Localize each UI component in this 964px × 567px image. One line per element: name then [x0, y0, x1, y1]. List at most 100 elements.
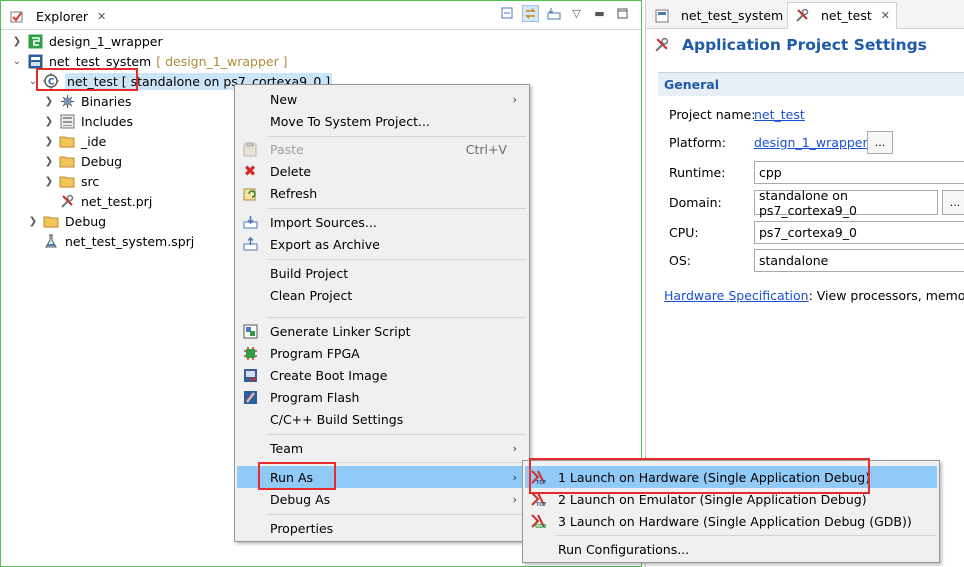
- chevron-right-icon: ›: [512, 92, 517, 106]
- chevron-right-icon[interactable]: ❯: [43, 136, 55, 147]
- tab-net-test[interactable]: net_test ✕: [787, 2, 897, 29]
- view-menu-icon[interactable]: ▽: [568, 5, 585, 22]
- menu-item-run-configurations[interactable]: Run Configurations...: [525, 538, 937, 560]
- menu-item-move-to-system-project[interactable]: Move To System Project...: [237, 110, 527, 132]
- menu-item-import-sources[interactable]: Import Sources...: [237, 211, 527, 233]
- menu-item-debug-as[interactable]: Debug As ›: [237, 488, 527, 510]
- menu-item-label: New: [270, 91, 298, 107]
- page-title-text: Application Project Settings: [682, 36, 927, 54]
- tree-item-sprj-file[interactable]: net_test_system.sprj: [43, 231, 194, 251]
- menu-item-paste[interactable]: Paste Ctrl+V: [237, 138, 527, 160]
- menu-item-label: Refresh: [270, 185, 318, 201]
- menu-separator: [267, 434, 526, 435]
- menu-item-label: Delete: [270, 163, 312, 179]
- menu-item-refresh[interactable]: Refresh: [237, 182, 527, 204]
- tab-label: net_test_system: [681, 8, 784, 23]
- tree-item-debug-folder[interactable]: ❯ Debug: [43, 151, 122, 171]
- linker-script-icon: [242, 323, 258, 339]
- cpu-label: CPU:: [669, 225, 699, 240]
- page-title: Application Project Settings: [654, 36, 927, 54]
- close-icon[interactable]: ✕: [97, 10, 106, 23]
- explorer-tab-label: Explorer: [36, 9, 89, 24]
- menu-item-label: Build Project: [270, 265, 349, 281]
- menu-item-export-archive[interactable]: Export as Archive: [237, 233, 527, 255]
- domain-browse-button[interactable]: ...: [942, 190, 964, 215]
- tree-item-label: net_test.prj: [81, 193, 153, 209]
- close-icon[interactable]: ✕: [881, 9, 890, 22]
- menu-item-properties[interactable]: Properties: [237, 517, 527, 539]
- tree-item-ide-folder[interactable]: ❯ _ide: [43, 131, 107, 151]
- tab-label: net_test: [821, 8, 872, 23]
- tree-item-label: Debug: [65, 213, 107, 229]
- tree-item-label: Binaries: [81, 93, 132, 109]
- menu-item-launch-hardware-gdb[interactable]: GDB 3 Launch on Hardware (Single Applica…: [525, 510, 937, 532]
- cpu-field[interactable]: ps7_cortexa9_0: [754, 221, 964, 244]
- menu-separator: [267, 208, 526, 209]
- tree-item-label: net_test_system.sprj: [65, 233, 195, 249]
- platform-browse-button[interactable]: ...: [867, 131, 893, 154]
- platform-link[interactable]: design_1_wrapper: [754, 135, 868, 150]
- binaries-icon: [59, 93, 75, 109]
- menu-item-team[interactable]: Team ›: [237, 437, 527, 459]
- menu-item-generate-linker-script[interactable]: Generate Linker Script: [237, 320, 527, 342]
- maximize-icon[interactable]: [614, 5, 631, 22]
- domain-field[interactable]: standalone on ps7_cortexa9_0: [754, 188, 938, 218]
- os-label: OS:: [669, 253, 691, 268]
- menu-item-clean-project[interactable]: Clean Project: [237, 284, 527, 306]
- os-field[interactable]: standalone: [754, 249, 964, 272]
- chevron-down-icon[interactable]: ⌄: [11, 56, 23, 67]
- menu-item-label: Clean Project: [270, 287, 353, 303]
- tree-item-net-test-prj[interactable]: net_test.prj: [59, 191, 152, 211]
- chevron-right-icon[interactable]: ❯: [43, 156, 55, 167]
- hardware-spec-link[interactable]: Hardware Specification: [664, 288, 809, 303]
- project-name-link[interactable]: net_test: [754, 107, 805, 122]
- menu-item-create-boot-image[interactable]: Create Boot Image: [237, 364, 527, 386]
- menu-item-label: Team: [270, 440, 304, 456]
- menu-item-build-project[interactable]: Build Project: [237, 262, 527, 284]
- hardware-spec-text: : View processors, memory r: [808, 288, 964, 303]
- chevron-right-icon[interactable]: ❯: [43, 116, 55, 127]
- view-toolbar: ▽ ▬: [499, 5, 631, 22]
- menu-item-program-fpga[interactable]: Program FPGA: [237, 342, 527, 364]
- tab-explorer[interactable]: Explorer ✕: [3, 3, 112, 30]
- fpga-icon: [242, 345, 258, 361]
- collapse-all-icon[interactable]: [499, 5, 516, 22]
- tree-item-debug-folder-root[interactable]: ❯ Debug: [27, 211, 106, 231]
- refresh-icon: [242, 185, 258, 201]
- explorer-icon: [9, 9, 25, 25]
- delete-icon: ✖: [243, 162, 257, 180]
- chevron-right-icon[interactable]: ❯: [27, 216, 39, 227]
- chevron-right-icon[interactable]: ❯: [43, 176, 55, 187]
- annotation-box-net-test: [36, 68, 138, 91]
- tree-item-label: design_1_wrapper: [49, 33, 163, 49]
- tree-item-label: _ide: [81, 133, 107, 149]
- platform-label: Platform:: [669, 135, 726, 150]
- tree-item-src-folder[interactable]: ❯ src: [43, 171, 99, 191]
- xilinx-gdb-icon: GDB: [530, 513, 546, 529]
- folder-icon: [59, 153, 75, 169]
- menu-item-label: Export as Archive: [270, 236, 380, 252]
- link-with-editor-icon[interactable]: [522, 5, 539, 22]
- minimize-icon[interactable]: ▬: [591, 5, 608, 22]
- tree-item-design-1-wrapper[interactable]: ❯ design_1_wrapper: [11, 31, 163, 51]
- chevron-right-icon: ›: [512, 492, 517, 506]
- menu-separator: [267, 259, 526, 260]
- runtime-field[interactable]: cpp: [754, 161, 964, 184]
- filter-icon[interactable]: [545, 5, 562, 22]
- tree-item-binaries[interactable]: ❯ Binaries: [43, 91, 132, 111]
- tree-item-includes[interactable]: ❯ Includes: [43, 111, 133, 131]
- tab-net-test-system[interactable]: net_test_system: [648, 2, 789, 29]
- menu-item-program-flash[interactable]: Program Flash: [237, 386, 527, 408]
- folder-icon: [43, 213, 59, 229]
- includes-icon: [59, 113, 75, 129]
- section-general[interactable]: General: [658, 72, 964, 96]
- menu-item-new[interactable]: New ›: [237, 88, 527, 110]
- chevron-right-icon[interactable]: ❯: [43, 96, 55, 107]
- menu-item-delete[interactable]: ✖ Delete: [237, 160, 527, 182]
- menu-item-build-settings[interactable]: C/C++ Build Settings: [237, 408, 527, 430]
- menu-item-label: Program FPGA: [270, 345, 360, 361]
- svg-text:GDB: GDB: [535, 524, 546, 529]
- chevron-right-icon[interactable]: ❯: [11, 36, 23, 47]
- menu-item-label: Create Boot Image: [270, 367, 388, 383]
- system-project-icon: [27, 53, 43, 69]
